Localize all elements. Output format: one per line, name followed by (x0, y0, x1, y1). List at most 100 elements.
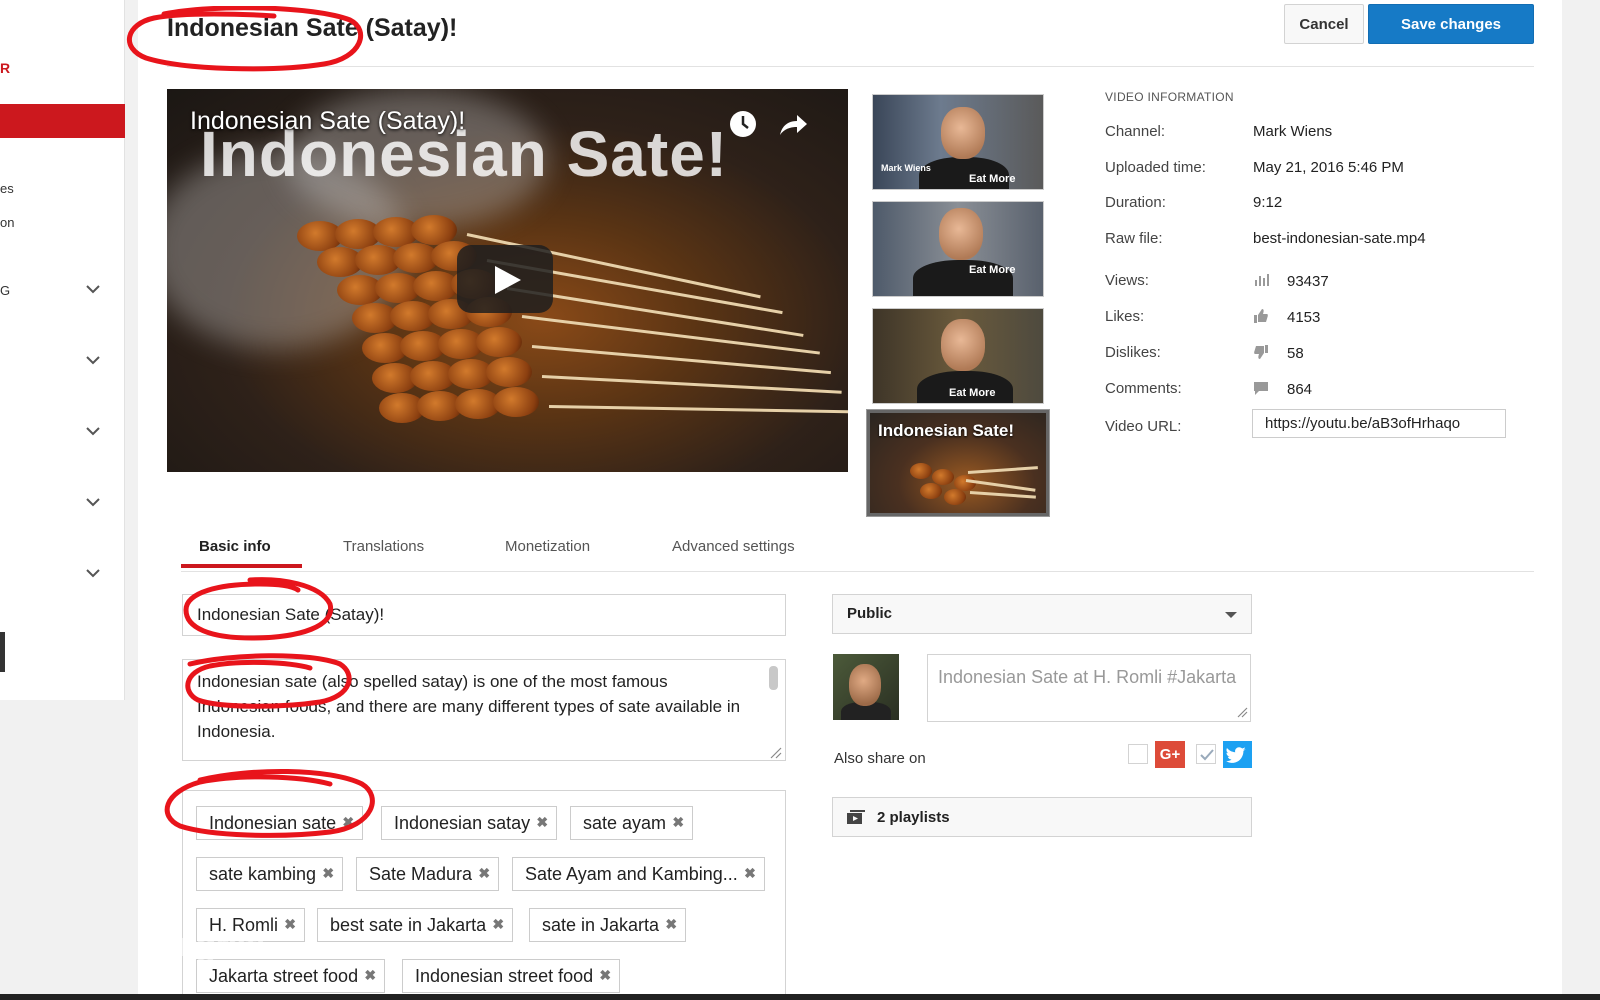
remove-tag-icon[interactable]: ✖ (342, 814, 354, 831)
sidebar-item-text[interactable]: G (0, 283, 10, 298)
uploaded-time-value: May 21, 2016 5:46 PM (1253, 159, 1404, 176)
tag-chip[interactable]: Sate Ayam and Kambing... ✖ (512, 857, 765, 891)
dislikes-label: Dislikes: (1105, 344, 1161, 361)
channel-label: Channel: (1105, 123, 1166, 140)
header-divider (167, 66, 1534, 67)
description-textarea[interactable]: Indonesian sate (also spelled satay) is … (182, 659, 786, 761)
comments-stat: 864 (1253, 380, 1312, 398)
video-info-heading: VIDEO INFORMATION (1105, 90, 1234, 104)
channel-value[interactable]: Mark Wiens (1253, 123, 1332, 140)
remove-tag-icon[interactable]: ✖ (478, 865, 490, 882)
tag-chip[interactable]: sate in Jakarta ✖ (529, 908, 687, 942)
thumbnail-option-3[interactable]: Eat More (872, 308, 1044, 404)
skewer-stick (548, 405, 848, 414)
skewer-stick (541, 375, 842, 394)
satay-meat (486, 357, 532, 387)
remove-tag-icon[interactable]: ✖ (744, 865, 756, 882)
remove-tag-icon[interactable]: ✖ (322, 865, 334, 882)
resize-grip-icon[interactable] (768, 745, 782, 759)
thumbs-down-icon (1254, 345, 1268, 359)
views-label: Views: (1105, 272, 1149, 289)
gplus-share-checkbox[interactable] (1128, 744, 1148, 764)
duration-label: Duration: (1105, 194, 1166, 211)
dislikes-value: 58 (1287, 345, 1304, 362)
sidebar-button-edge[interactable] (0, 632, 5, 672)
also-share-label: Also share on (834, 750, 926, 767)
playlists-select[interactable]: 2 playlists (832, 797, 1252, 837)
left-sidebar: R es on G (0, 0, 125, 700)
chevron-down-icon[interactable] (84, 493, 102, 511)
description-scrollbar[interactable] (769, 666, 778, 690)
tab-advanced-settings[interactable]: Advanced settings (672, 538, 795, 555)
video-url-field[interactable]: https://youtu.be/aB3ofHrhaqo (1252, 409, 1506, 438)
video-player[interactable]: Indonesian Sate! Indonesian Sate (Satay)… (167, 89, 848, 472)
tag-chip[interactable]: sate kambing ✖ (196, 857, 344, 891)
sidebar-active-item[interactable] (0, 104, 125, 138)
chevron-down-icon[interactable] (84, 422, 102, 440)
tag-chip[interactable]: Indonesian satay ✖ (381, 806, 558, 840)
remove-tag-icon[interactable]: ✖ (364, 967, 376, 984)
tag-label: best sate in Jakarta (330, 915, 487, 935)
share-icon[interactable] (777, 111, 809, 139)
active-tab-indicator (181, 564, 302, 568)
tag-chip[interactable]: sate ayam ✖ (570, 806, 694, 840)
bottom-bar (0, 994, 1600, 1000)
avatar (833, 654, 899, 720)
share-message-input[interactable]: Indonesian Sate at H. Romli #Jakarta (927, 654, 1251, 722)
remove-tag-icon[interactable]: ✖ (492, 916, 504, 933)
tab-translations[interactable]: Translations (343, 538, 424, 555)
likes-stat: 4153 (1253, 308, 1320, 326)
tag-chip[interactable]: Indonesian street food ✖ (402, 959, 621, 993)
watch-later-icon[interactable] (728, 109, 758, 139)
sidebar-item-text[interactable]: on (0, 215, 14, 230)
tag-chip[interactable]: Sate Madura ✖ (356, 857, 500, 891)
remove-tag-icon[interactable]: ✖ (672, 814, 684, 831)
comments-label: Comments: (1105, 380, 1182, 397)
tag-chip[interactable]: Indonesian sate ✖ (196, 806, 364, 840)
remove-tag-icon[interactable]: ✖ (284, 916, 296, 933)
watermark-logo: migrati (158, 926, 265, 964)
play-button[interactable] (457, 245, 553, 313)
comment-icon (1254, 382, 1268, 395)
remove-tag-icon[interactable]: ✖ (536, 814, 548, 831)
tag-chip[interactable]: best sate in Jakarta ✖ (317, 908, 514, 942)
tag-label: sate in Jakarta (542, 915, 660, 935)
privacy-select[interactable]: Public (832, 594, 1252, 634)
remove-tag-icon[interactable]: ✖ (599, 967, 611, 984)
resize-grip-icon[interactable] (1236, 706, 1248, 718)
tab-basic-info[interactable]: Basic info (199, 538, 271, 555)
tag-label: Sate Madura (369, 864, 473, 884)
chevron-down-icon[interactable] (84, 280, 102, 298)
thumbnail-option-selected[interactable]: Indonesian Sate! (866, 409, 1050, 517)
raw-file-value: best-indonesian-sate.mp4 (1253, 230, 1426, 247)
playlist-icon (847, 810, 865, 824)
thumbnail-shirt-text: Eat More (969, 173, 1016, 185)
tag-label: Jakarta street food (209, 966, 359, 986)
title-input[interactable]: Indonesian Sate (Satay)! (182, 594, 786, 636)
thumbnail-option-1[interactable]: Eat More Mark Wiens (872, 94, 1044, 190)
sidebar-item-text[interactable]: es (0, 181, 14, 196)
save-changes-button[interactable]: Save changes (1368, 4, 1534, 44)
uploaded-time-label: Uploaded time: (1105, 159, 1206, 176)
tag-label: Indonesian sate (209, 813, 337, 833)
chevron-down-icon[interactable] (84, 564, 102, 582)
views-stat: 93437 (1253, 272, 1329, 290)
gplus-icon[interactable]: G+ (1155, 741, 1185, 768)
playlists-label: 2 playlists (877, 809, 950, 826)
thumbnail-option-2[interactable]: Eat More (872, 201, 1044, 297)
twitter-share-checkbox[interactable] (1196, 744, 1216, 764)
tag-label: sate ayam (583, 813, 667, 833)
tag-label: Sate Ayam and Kambing... (525, 864, 738, 884)
remove-tag-icon[interactable]: ✖ (665, 916, 677, 933)
video-url-label: Video URL: (1105, 418, 1182, 435)
views-value: 93437 (1287, 273, 1329, 290)
tabs-divider (181, 571, 1534, 572)
video-edit-panel: Indonesian Sate (Satay)! Cancel Save cha… (127, 0, 1562, 1000)
cancel-button[interactable]: Cancel (1284, 4, 1364, 44)
tab-monetization[interactable]: Monetization (505, 538, 590, 555)
chevron-down-icon[interactable] (84, 351, 102, 369)
tags-field[interactable]: Indonesian sate ✖ Indonesian satay ✖ sate … (182, 790, 786, 1000)
satay-meat (493, 387, 539, 417)
twitter-icon[interactable] (1223, 741, 1252, 768)
thumbnail-title: Indonesian Sate! (878, 421, 1015, 440)
